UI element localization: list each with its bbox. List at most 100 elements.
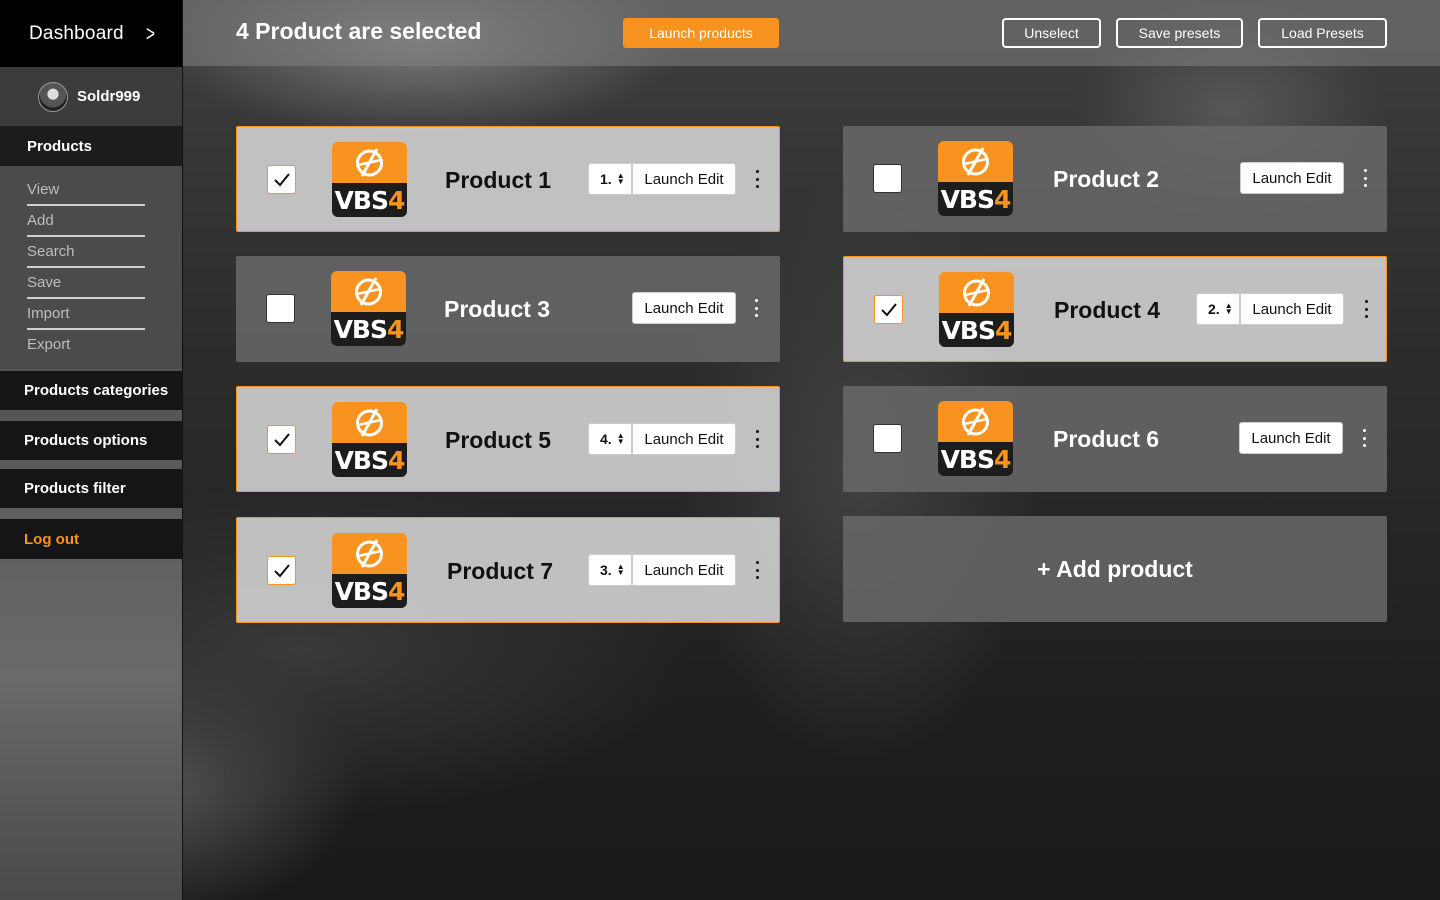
dashboard-header[interactable]: Dashboard >	[0, 0, 182, 67]
more-options-icon[interactable]	[752, 427, 762, 451]
logo-brand: VBS	[334, 445, 389, 475]
submenu-view[interactable]: View	[27, 175, 145, 206]
product-name: Product 7	[447, 558, 554, 584]
launch-order-select[interactable]: 2. ▲ ▼	[1196, 293, 1240, 325]
page-title: 4 Product are selected	[236, 18, 482, 44]
user-profile[interactable]: Soldr999	[0, 67, 182, 126]
updown-arrows-icon: ▲ ▼	[616, 171, 625, 186]
more-options-icon[interactable]	[752, 167, 762, 191]
sidebar-item-products[interactable]: Products	[0, 126, 182, 166]
launch-edit-button[interactable]: Launch Edit	[632, 554, 736, 586]
logo-brand: VBS	[941, 315, 996, 345]
product-checkbox[interactable]	[874, 295, 903, 324]
updown-arrows-icon: ▲ ▼	[616, 431, 625, 446]
product-name: Product 3	[444, 296, 551, 322]
product-checkbox[interactable]	[873, 164, 902, 193]
logo-brand: VBS	[334, 576, 389, 606]
products-submenu: View Add Search Save Import Export	[0, 166, 182, 369]
sidebar-item-label: Products filter	[24, 480, 126, 497]
logo-version: 4	[994, 184, 1011, 214]
product-checkbox[interactable]	[267, 165, 296, 194]
unselect-button[interactable]: Unselect	[1002, 18, 1101, 48]
product-checkbox[interactable]	[873, 424, 902, 453]
product-name: Product 4	[1054, 297, 1161, 323]
logo-brand: VBS	[940, 444, 995, 474]
submenu-add[interactable]: Add	[27, 206, 145, 237]
load-presets-button[interactable]: Load Presets	[1258, 18, 1387, 48]
logo-wordmark: VBS 4	[332, 443, 407, 477]
product-card[interactable]: VBS 4 Product 4 2. ▲ ▼ Launch Edit	[843, 256, 1387, 362]
product-card[interactable]: VBS 4 Product 3 Launch Edit	[236, 256, 780, 362]
launch-edit-button[interactable]: Launch Edit	[1240, 162, 1344, 194]
launch-order-select[interactable]: 3. ▲ ▼	[588, 554, 632, 586]
launch-order-value: 4.	[600, 431, 612, 447]
logout-button[interactable]: Log out	[0, 519, 182, 559]
product-card[interactable]: VBS 4 Product 2 Launch Edit	[843, 126, 1387, 232]
product-name: Product 6	[1053, 426, 1160, 452]
launch-edit-button[interactable]: Launch Edit	[632, 423, 736, 455]
logo-version: 4	[994, 444, 1011, 474]
sidebar-item-label: Products options	[24, 432, 148, 449]
product-card[interactable]: VBS 4 Product 7 3. ▲ ▼ Launch Edit	[236, 517, 780, 623]
launch-edit-button[interactable]: Launch Edit	[632, 292, 736, 324]
submenu-export[interactable]: Export	[27, 330, 145, 361]
logo-wordmark: VBS 4	[331, 312, 406, 346]
more-options-icon[interactable]	[1361, 297, 1371, 321]
launch-edit-button[interactable]: Launch Edit	[1239, 422, 1343, 454]
logo-wordmark: VBS 4	[939, 313, 1014, 347]
more-options-icon[interactable]	[752, 558, 762, 582]
logo-wordmark: VBS 4	[938, 442, 1013, 476]
avatar	[38, 81, 68, 112]
vbs4-logo-icon: VBS 4	[331, 271, 406, 346]
launch-edit-button[interactable]: Launch Edit	[1240, 293, 1344, 325]
logo-version: 4	[388, 185, 405, 215]
logo-wordmark: VBS 4	[938, 182, 1013, 216]
updown-arrows-icon: ▲ ▼	[1224, 301, 1233, 316]
logo-version: 4	[387, 314, 404, 344]
product-card[interactable]: VBS 4 Product 5 4. ▲ ▼ Launch Edit	[236, 386, 780, 492]
logo-brand: VBS	[334, 185, 389, 215]
sidebar-item-products-categories[interactable]: Products categories	[0, 371, 182, 410]
logo-version: 4	[388, 576, 405, 606]
add-product-button[interactable]: + Add product	[843, 516, 1387, 622]
launch-order-value: 2.	[1208, 301, 1220, 317]
vbs4-logo-icon: VBS 4	[938, 141, 1013, 216]
more-options-icon[interactable]	[1360, 166, 1370, 190]
logout-label: Log out	[24, 530, 79, 548]
product-name: Product 2	[1053, 166, 1160, 192]
logo-brand: VBS	[940, 184, 995, 214]
sidebar: Dashboard > Soldr999 Products View Add S…	[0, 0, 183, 900]
sidebar-item-label: Products	[27, 137, 93, 155]
chevron-right-icon[interactable]: >	[146, 22, 155, 45]
more-options-icon[interactable]	[1359, 426, 1369, 450]
username: Soldr999	[77, 88, 141, 105]
sidebar-item-products-filter[interactable]: Products filter	[0, 469, 182, 508]
top-bar: 4 Product are selected Launch products U…	[183, 0, 1440, 66]
save-presets-button[interactable]: Save presets	[1116, 18, 1243, 48]
launch-order-select[interactable]: 1. ▲ ▼	[588, 163, 632, 195]
logo-version: 4	[995, 315, 1012, 345]
submenu-save[interactable]: Save	[27, 268, 145, 299]
sidebar-item-label: Products categories	[24, 382, 169, 399]
product-name: Product 1	[445, 167, 552, 193]
launch-order-value: 1.	[600, 171, 612, 187]
more-options-icon[interactable]	[751, 296, 761, 320]
vbs4-logo-icon: VBS 4	[332, 142, 407, 217]
product-checkbox[interactable]	[266, 294, 295, 323]
launch-products-button[interactable]: Launch products	[623, 18, 779, 48]
launch-order-value: 3.	[600, 562, 612, 578]
vbs4-logo-icon: VBS 4	[938, 401, 1013, 476]
product-card[interactable]: VBS 4 Product 1 1. ▲ ▼ Launch Edit	[236, 126, 780, 232]
product-checkbox[interactable]	[267, 556, 296, 585]
product-name: Product 5	[445, 427, 552, 453]
logo-wordmark: VBS 4	[332, 574, 407, 608]
product-card[interactable]: VBS 4 Product 6 Launch Edit	[843, 386, 1387, 492]
submenu-import[interactable]: Import	[27, 299, 145, 330]
launch-order-select[interactable]: 4. ▲ ▼	[588, 423, 632, 455]
launch-edit-button[interactable]: Launch Edit	[632, 163, 736, 195]
logo-brand: VBS	[333, 314, 388, 344]
sidebar-item-products-options[interactable]: Products options	[0, 421, 182, 460]
submenu-search[interactable]: Search	[27, 237, 145, 268]
product-checkbox[interactable]	[267, 425, 296, 454]
vbs4-logo-icon: VBS 4	[332, 402, 407, 477]
